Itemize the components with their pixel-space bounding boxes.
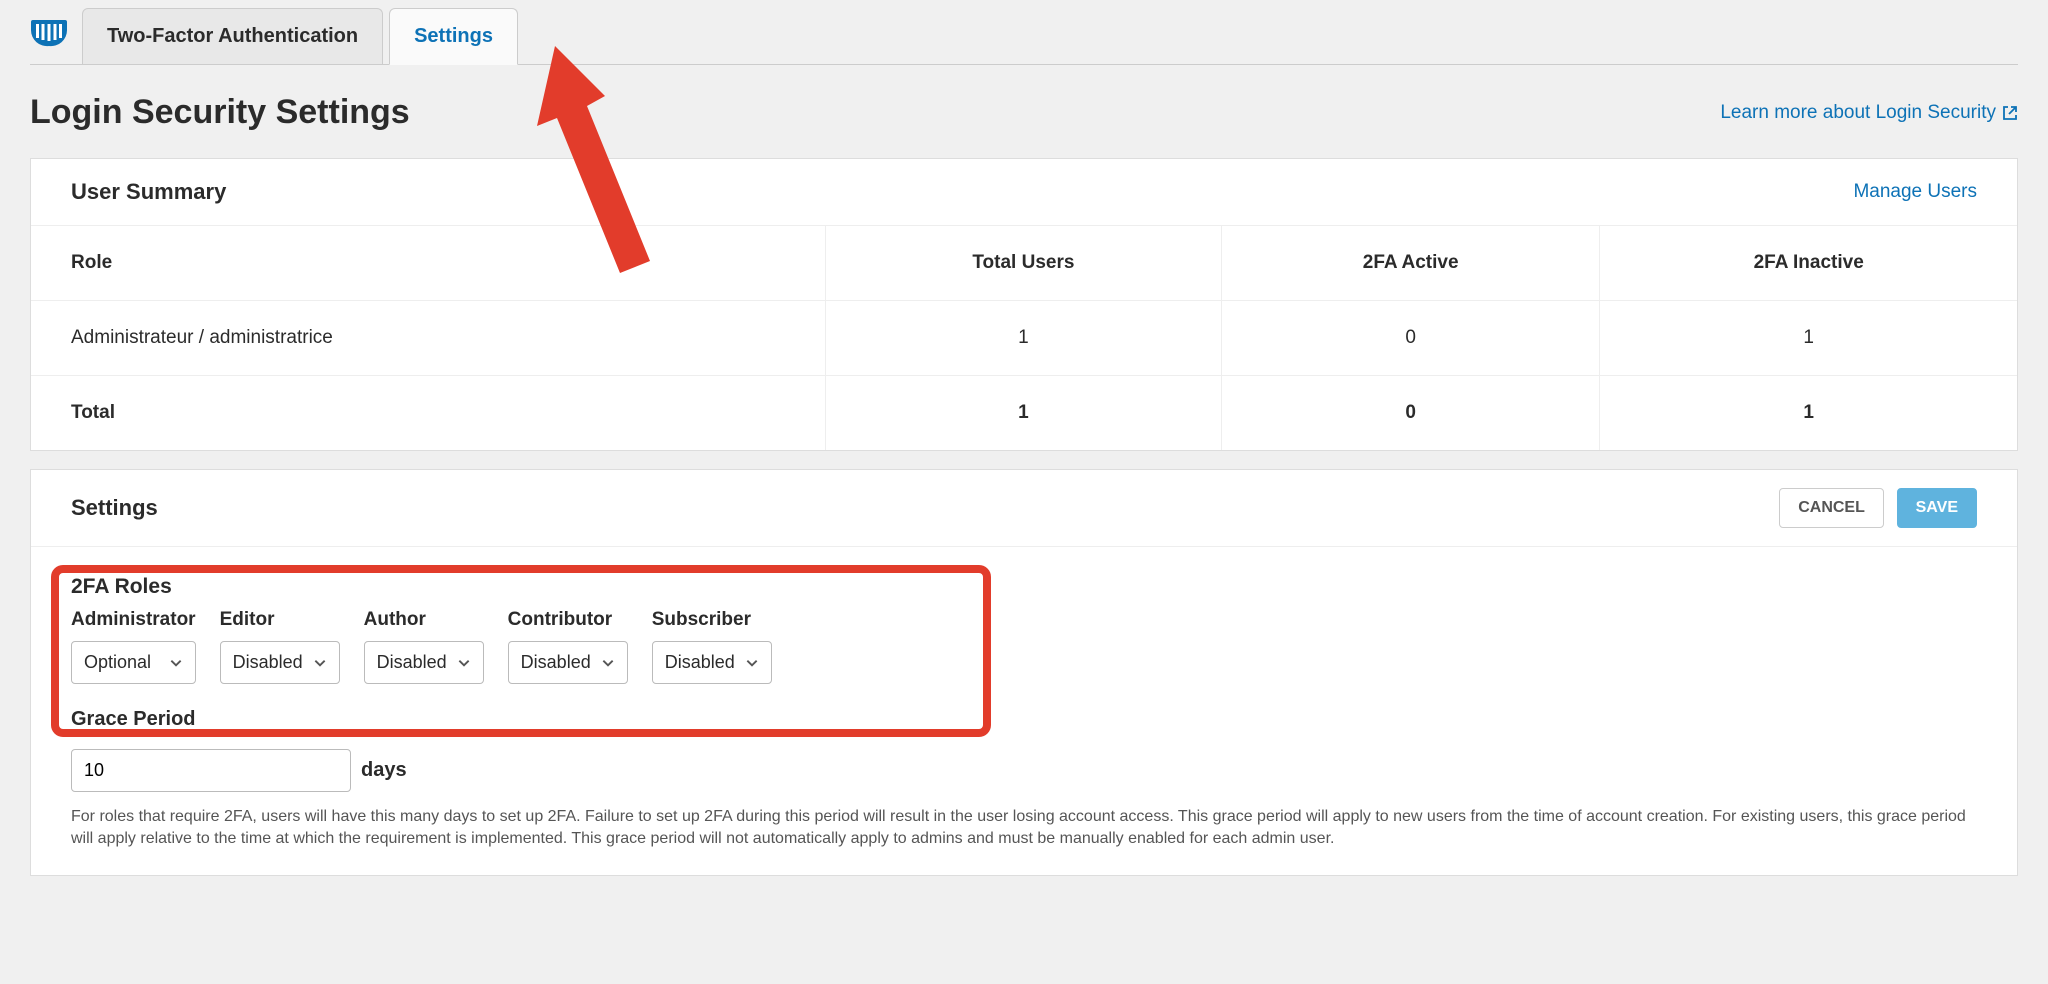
role-select-administrator[interactable]: Optional [71, 641, 196, 684]
role-select-value: Disabled [233, 652, 303, 673]
cell-role: Administrateur / administratrice [31, 301, 825, 376]
role-select-contributor[interactable]: Disabled [508, 641, 628, 684]
cell-total: 1 [825, 376, 1221, 451]
cancel-button[interactable]: CANCEL [1779, 488, 1884, 528]
external-link-icon [2002, 105, 2018, 121]
role-select-value: Disabled [665, 652, 735, 673]
chevron-down-icon [601, 656, 615, 670]
col-role: Role [31, 226, 825, 301]
user-summary-panel: User Summary Manage Users Role Total Use… [30, 158, 2018, 451]
user-summary-table: Role Total Users 2FA Active 2FA Inactive… [31, 226, 2017, 450]
settings-panel: Settings CANCEL SAVE 2FA Roles Administr… [30, 469, 2018, 876]
role-head-contributor: Contributor [508, 609, 628, 631]
role-head-subscriber: Subscriber [652, 609, 772, 631]
cell-total: 1 [825, 301, 1221, 376]
grace-period-input[interactable] [71, 749, 351, 792]
save-button[interactable]: SAVE [1897, 488, 1977, 528]
role-select-value: Disabled [521, 652, 591, 673]
chevron-down-icon [313, 656, 327, 670]
role-select-value: Disabled [377, 652, 447, 673]
role-select-value: Optional [84, 652, 151, 673]
role-select-editor[interactable]: Disabled [220, 641, 340, 684]
user-summary-title: User Summary [71, 179, 226, 205]
role-select-subscriber[interactable]: Disabled [652, 641, 772, 684]
chevron-down-icon [457, 656, 471, 670]
grace-period-help: For roles that require 2FA, users will h… [71, 806, 1977, 851]
cell-role: Total [31, 376, 825, 451]
table-row: Administrateur / administratrice 1 0 1 [31, 301, 2017, 376]
tab-settings[interactable]: Settings [389, 8, 518, 65]
2fa-roles-label: 2FA Roles [71, 575, 1971, 599]
tab-two-factor-auth[interactable]: Two-Factor Authentication [82, 8, 383, 64]
cell-inactive: 1 [1600, 301, 2017, 376]
manage-users-link[interactable]: Manage Users [1853, 181, 1977, 203]
learn-more-link[interactable]: Learn more about Login Security [1720, 102, 2018, 124]
role-head-administrator: Administrator [71, 609, 196, 631]
learn-more-label: Learn more about Login Security [1720, 102, 1996, 124]
table-total-row: Total 1 0 1 [31, 376, 2017, 451]
grace-period-label: Grace Period [71, 708, 1977, 731]
settings-title: Settings [71, 495, 158, 521]
cell-active: 0 [1221, 376, 1600, 451]
role-head-editor: Editor [220, 609, 340, 631]
page-title: Login Security Settings [30, 93, 410, 132]
col-2fa-active: 2FA Active [1221, 226, 1600, 301]
cell-active: 0 [1221, 301, 1600, 376]
col-2fa-inactive: 2FA Inactive [1600, 226, 2017, 301]
chevron-down-icon [169, 656, 183, 670]
chevron-down-icon [745, 656, 759, 670]
role-head-author: Author [364, 609, 484, 631]
cell-inactive: 1 [1600, 376, 2017, 451]
2fa-roles-row: Administrator Optional Editor Disabled [71, 609, 1971, 684]
wordfence-logo-icon [30, 14, 68, 52]
tabs: Two-Factor Authentication Settings [30, 8, 2018, 65]
col-total-users: Total Users [825, 226, 1221, 301]
grace-period-unit: days [361, 759, 407, 782]
role-select-author[interactable]: Disabled [364, 641, 484, 684]
